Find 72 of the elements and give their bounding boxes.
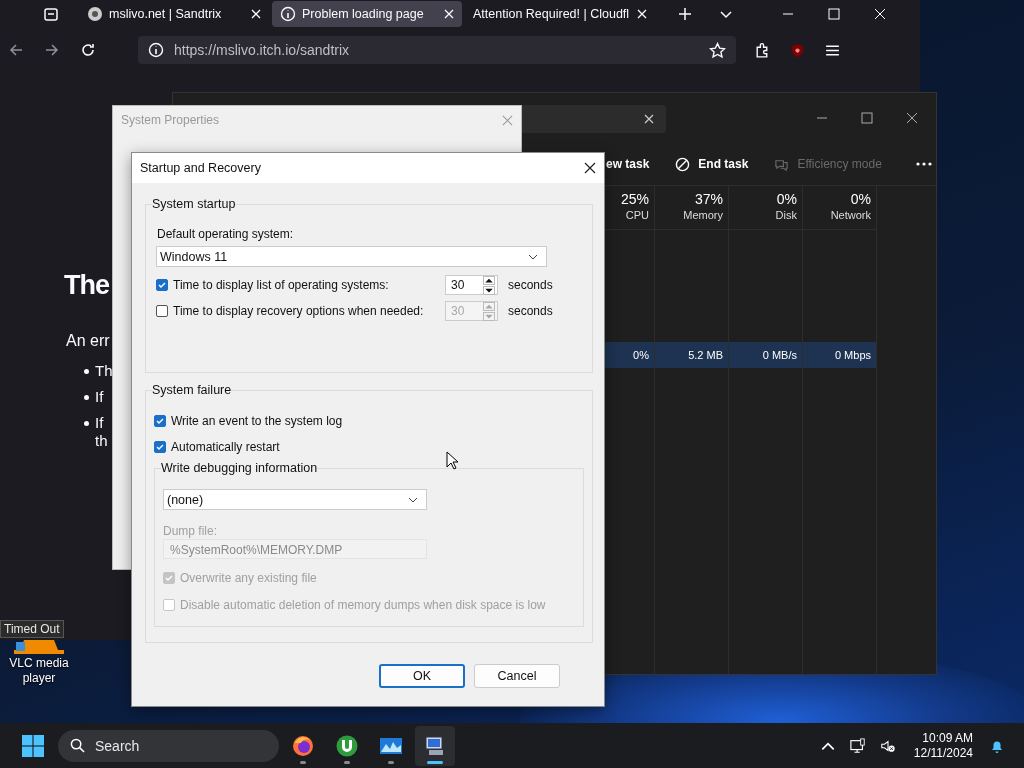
maximize-icon[interactable] — [861, 112, 873, 124]
browser-tab[interactable]: Problem loading page — [272, 1, 462, 27]
chevron-down-icon — [408, 496, 418, 503]
checkbox[interactable] — [154, 415, 166, 427]
search-box[interactable]: Search — [58, 729, 279, 762]
reload-icon[interactable] — [80, 42, 96, 58]
column-header[interactable]: 0% Disk — [729, 186, 802, 230]
close-icon[interactable] — [906, 112, 918, 124]
toolbar-button[interactable]: End task — [675, 156, 749, 172]
icon-label[interactable]: VLC media player — [0, 656, 78, 686]
taskbar-app-button[interactable] — [415, 725, 455, 766]
more-icon[interactable] — [915, 162, 932, 166]
table-cell[interactable]: 0 MB/s — [729, 342, 802, 368]
checkbox-label[interactable]: Write an event to the system log — [171, 414, 343, 428]
clear-icon[interactable] — [644, 114, 654, 124]
toolbar-button[interactable]: ew task — [606, 157, 650, 171]
checkbox[interactable] — [156, 279, 168, 291]
star-icon[interactable] — [709, 41, 726, 59]
checkbox-label[interactable]: Time to display recovery options when needed: — [173, 304, 445, 318]
page-text: An err — [66, 332, 111, 350]
info-icon — [280, 6, 296, 22]
group-title: System failure — [152, 383, 232, 397]
field-label: Default operating system: — [157, 227, 295, 241]
window-title: System Properties — [121, 113, 220, 127]
forward-icon[interactable] — [44, 42, 60, 58]
info-icon[interactable] — [148, 42, 164, 58]
address-bar[interactable]: https://mslivo.itch.io/sandtrix — [138, 36, 736, 64]
dialog-button[interactable]: OK — [379, 664, 465, 688]
list-item-text: If th — [95, 414, 108, 450]
windows-start-icon[interactable] — [22, 734, 44, 757]
torrent-icon — [335, 733, 359, 758]
table-cell[interactable]: 0 Mbps — [803, 342, 876, 368]
search-icon — [70, 738, 85, 753]
fox-globe-icon — [291, 733, 315, 758]
tab-list-icon[interactable] — [43, 6, 59, 22]
list-item-text: If — [95, 388, 104, 406]
list-item-text: Th — [95, 362, 113, 380]
back-icon[interactable] — [8, 42, 24, 58]
clock[interactable]: 10:09 AM 12/11/2024 — [913, 730, 973, 761]
site-icon — [87, 6, 103, 22]
new-tab-icon[interactable] — [678, 7, 692, 21]
checkbox-label[interactable]: Time to display list of operating systems: — [173, 278, 445, 292]
tooltip: Timed Out — [0, 620, 64, 638]
column-header[interactable]: 37% Memory — [655, 186, 728, 230]
unit-label: seconds — [508, 304, 553, 318]
dropdown[interactable]: (none) — [163, 489, 427, 510]
dialog-button[interactable]: Cancel — [474, 664, 560, 688]
group-title: System startup — [152, 197, 236, 211]
display-icon[interactable] — [849, 737, 866, 754]
group-title: Write debugging information — [161, 461, 318, 475]
field-label: Dump file: — [163, 524, 219, 538]
shield-icon[interactable] — [789, 41, 806, 59]
page-heading: The — [64, 269, 109, 302]
prohibited-icon — [675, 156, 691, 172]
browser-tab[interactable]: Attention Required! | Cloudfl — [465, 1, 655, 27]
checkbox-label[interactable]: Automatically restart — [171, 440, 280, 454]
checkbox[interactable] — [154, 441, 166, 453]
close-icon[interactable] — [584, 162, 596, 174]
bullet-icon — [84, 421, 89, 426]
number-spinner[interactable]: 30 — [445, 275, 498, 295]
dialog-title: Startup and Recovery — [140, 161, 261, 175]
checkbox[interactable] — [156, 305, 168, 317]
bullet-icon — [84, 395, 89, 400]
cursor-icon — [446, 451, 458, 470]
bullet-icon — [84, 369, 89, 374]
table-cell[interactable]: 5.2 MB — [655, 342, 728, 368]
speaker-muted-icon[interactable] — [879, 737, 896, 754]
chevron-down-icon — [528, 253, 538, 260]
column-header[interactable]: 0% Network — [803, 186, 876, 230]
unit-label: seconds — [508, 278, 553, 292]
browser-tab[interactable]: mslivo.net | Sandtrix — [79, 1, 269, 27]
dropdown[interactable]: Windows 11 — [156, 246, 547, 267]
